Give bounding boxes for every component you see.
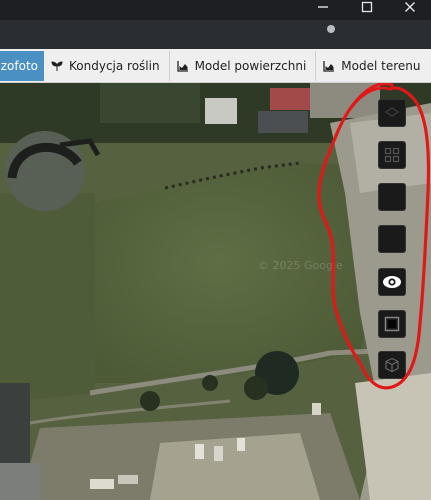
eye-icon: [383, 276, 401, 288]
square-frame-icon: [384, 316, 400, 332]
layers-icon: [384, 107, 400, 117]
tab-label: zofoto: [0, 58, 38, 73]
close-button[interactable]: [391, 0, 429, 20]
minimize-button[interactable]: [304, 0, 342, 20]
close-icon: [405, 2, 415, 12]
frame-tool-button[interactable]: [378, 310, 406, 338]
area-chart-icon: [323, 60, 335, 72]
tab-surface-model[interactable]: Model powierzchni: [170, 50, 317, 81]
tab-plant-health[interactable]: Kondycja roślin: [44, 50, 170, 81]
app-toolbar: [0, 20, 431, 49]
blank-tool-button-1[interactable]: [378, 183, 406, 211]
grid-tool-button[interactable]: [378, 141, 406, 169]
window-titlebar: [0, 0, 431, 20]
blank-tool-button-2[interactable]: [378, 225, 406, 253]
grid-icon: [384, 147, 400, 163]
layers-tool-button[interactable]: [378, 99, 406, 127]
view-tabs: zofoto Kondycja roślin Model powierzchni…: [0, 49, 431, 83]
map-canvas[interactable]: © 2025 Google: [0, 83, 431, 500]
maximize-icon: [361, 1, 373, 13]
tab-label: Model terenu: [341, 58, 421, 73]
menu-dot-icon[interactable]: [327, 25, 335, 33]
tab-terrain-model[interactable]: Model terenu: [316, 51, 429, 81]
cube-icon: [385, 357, 399, 373]
tab-orthophoto[interactable]: zofoto: [0, 50, 44, 81]
minimize-icon: [318, 6, 328, 8]
tab-label: Kondycja roślin: [69, 58, 160, 73]
sprout-icon: [51, 60, 63, 71]
tab-label: Model powierzchni: [194, 58, 307, 73]
visibility-tool-button[interactable]: [378, 268, 406, 296]
map-attribution: © 2025 Google: [258, 259, 343, 272]
area-chart-icon: [176, 60, 188, 72]
cube-tool-button[interactable]: [378, 351, 406, 379]
maximize-button[interactable]: [348, 0, 386, 20]
satellite-imagery: [0, 83, 431, 500]
